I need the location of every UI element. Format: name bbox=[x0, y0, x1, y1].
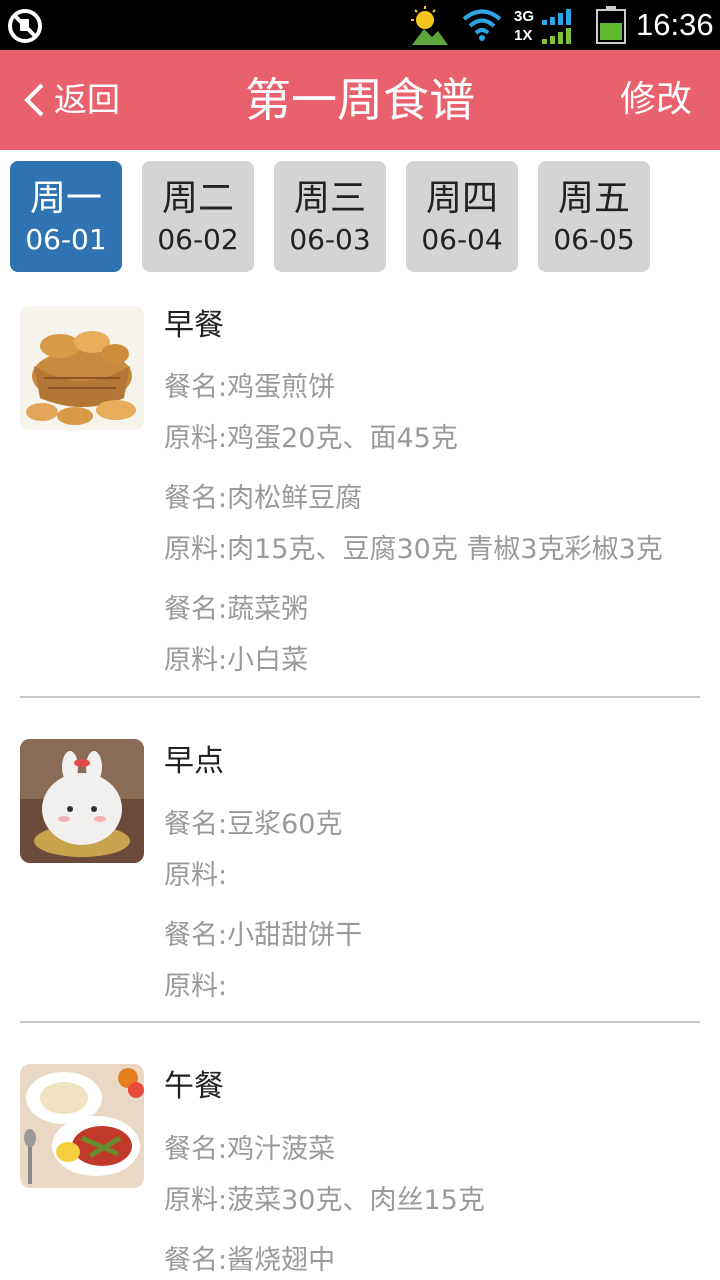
divider bbox=[20, 1021, 700, 1023]
dish-name: 蔬菜粥 bbox=[227, 594, 309, 625]
dish-name: 小甜甜饼干 bbox=[227, 920, 363, 951]
tab-day-name: 周二 bbox=[161, 178, 234, 219]
battery-icon bbox=[596, 6, 626, 44]
ingredients-label: 原料: bbox=[164, 971, 228, 1002]
dish-label: 餐名: bbox=[164, 920, 228, 951]
ingredients-value: 肉15克、豆腐30克 青椒3克彩椒3克 bbox=[227, 534, 663, 565]
signal-icon: 3G 1X bbox=[514, 6, 576, 46]
dish-name: 鸡蛋煎饼 bbox=[227, 372, 336, 403]
dish-name: 豆浆60克 bbox=[227, 809, 343, 840]
dish-line: 餐名:蔬菜粥 bbox=[164, 592, 308, 628]
dish-line: 餐名:鸡汁菠菜 bbox=[164, 1132, 335, 1168]
clock: 16:36 bbox=[636, 7, 714, 42]
ingredients-value: 菠菜30克、肉丝15克 bbox=[227, 1185, 485, 1216]
bunny-cake-photo bbox=[20, 739, 144, 863]
wifi-icon bbox=[462, 9, 502, 41]
tab-day-name: 周四 bbox=[425, 178, 498, 219]
divider bbox=[20, 696, 700, 698]
edit-button[interactable]: 修改 bbox=[620, 76, 692, 124]
ingredients-line: 原料:菠菜30克、肉丝15克 bbox=[164, 1183, 485, 1219]
ingredients-line: 原料:小白菜 bbox=[164, 643, 308, 679]
page-title: 第一周食谱 bbox=[245, 73, 475, 127]
ingredients-label: 原料: bbox=[164, 534, 228, 565]
ingredients-value: 小白菜 bbox=[227, 645, 309, 676]
ingredients-label: 原料: bbox=[164, 645, 228, 676]
dish-label: 餐名: bbox=[164, 483, 228, 514]
lunch-plate-photo bbox=[20, 1064, 144, 1188]
header-bar: 返回 第一周食谱 修改 bbox=[0, 50, 720, 150]
ingredients-line: 原料: bbox=[164, 858, 227, 894]
dish-name: 肉松鲜豆腐 bbox=[227, 483, 363, 514]
bread-basket-photo bbox=[20, 306, 144, 430]
ingredients-line: 原料:肉15克、豆腐30克 青椒3克彩椒3克 bbox=[164, 532, 663, 568]
dish-label: 餐名: bbox=[164, 809, 228, 840]
tab-friday[interactable]: 周五 06-05 bbox=[538, 161, 650, 272]
tab-day-date: 06-01 bbox=[25, 223, 107, 256]
net-type-top: 3G bbox=[514, 8, 535, 25]
ingredients-line: 原料: bbox=[164, 969, 227, 1005]
meal-section-breakfast: 早餐 餐名:鸡蛋煎饼 原料:鸡蛋20克、面45克 餐名:肉松鲜豆腐 原料:肉15… bbox=[0, 300, 720, 700]
weather-icon bbox=[411, 6, 448, 45]
dish-label: 餐名: bbox=[164, 1245, 228, 1276]
dish-name: 酱烧翅中 bbox=[227, 1245, 336, 1276]
ingredients-line: 原料:鸡蛋20克、面45克 bbox=[164, 421, 458, 457]
ingredients-value: 鸡蛋20克、面45克 bbox=[227, 423, 458, 454]
tab-day-name: 周三 bbox=[293, 178, 366, 219]
dish-line: 餐名:鸡蛋煎饼 bbox=[164, 370, 335, 406]
ingredients-label: 原料: bbox=[164, 1185, 228, 1216]
status-bar: 3G 1X 16:36 bbox=[0, 0, 720, 50]
tab-thursday[interactable]: 周四 06-04 bbox=[406, 161, 518, 272]
tab-day-date: 06-02 bbox=[157, 223, 239, 256]
ingredients-label: 原料: bbox=[164, 423, 228, 454]
tab-day-date: 06-05 bbox=[553, 223, 635, 256]
tab-wednesday[interactable]: 周三 06-03 bbox=[274, 161, 386, 272]
ingredients-label: 原料: bbox=[164, 860, 228, 891]
dish-line: 餐名:肉松鲜豆腐 bbox=[164, 481, 362, 517]
no-sim-icon bbox=[8, 9, 42, 43]
meal-type: 早餐 bbox=[164, 308, 224, 343]
dish-line: 餐名:小甜甜饼干 bbox=[164, 918, 362, 954]
dish-label: 餐名: bbox=[164, 594, 228, 625]
net-type-bottom: 1X bbox=[514, 27, 533, 44]
tab-day-date: 06-03 bbox=[289, 223, 371, 256]
meal-section-morning-snack: 早点 餐名:豆浆60克 原料: 餐名:小甜甜饼干 原料: bbox=[0, 735, 720, 1025]
tab-monday[interactable]: 周一 06-01 bbox=[10, 161, 122, 272]
tab-day-name: 周五 bbox=[557, 178, 630, 219]
tab-tuesday[interactable]: 周二 06-02 bbox=[142, 161, 254, 272]
meal-section-lunch: 午餐 餐名:鸡汁菠菜 原料:菠菜30克、肉丝15克 餐名:酱烧翅中 bbox=[0, 1060, 720, 1280]
dish-label: 餐名: bbox=[164, 1134, 228, 1165]
tab-day-name: 周一 bbox=[29, 178, 102, 219]
dish-label: 餐名: bbox=[164, 372, 228, 403]
dish-name: 鸡汁菠菜 bbox=[227, 1134, 336, 1165]
dish-line: 餐名:豆浆60克 bbox=[164, 807, 342, 843]
meal-type: 午餐 bbox=[164, 1069, 224, 1104]
meal-type: 早点 bbox=[164, 744, 224, 779]
tab-day-date: 06-04 bbox=[421, 223, 503, 256]
dish-line: 餐名:酱烧翅中 bbox=[164, 1243, 335, 1279]
